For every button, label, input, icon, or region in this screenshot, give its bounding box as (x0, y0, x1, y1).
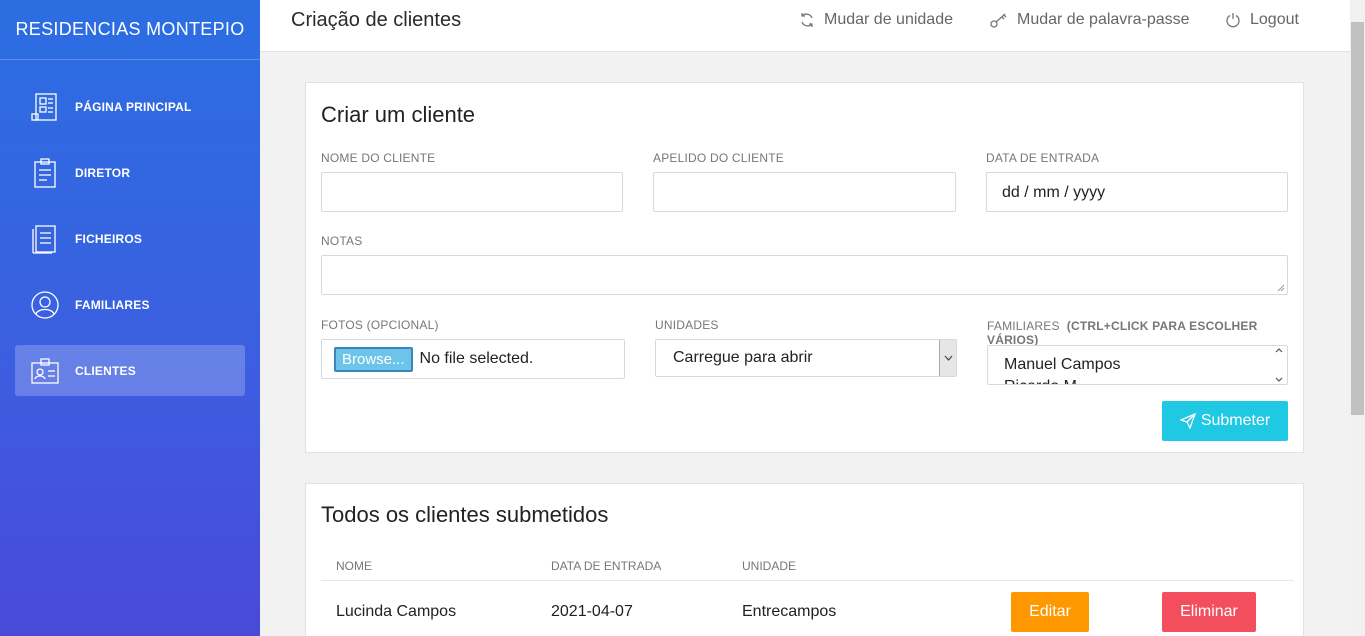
sidebar-item-diretor[interactable]: DIRETOR (15, 147, 245, 198)
family-label: FAMILIARES (CTRL+CLICK PARA ESCOLHER VÁR… (987, 319, 1303, 347)
clients-table-card: Todos os clientes submetidos NOME DATA D… (305, 483, 1304, 636)
sidebar-item-label: DIRETOR (75, 165, 131, 180)
sidebar-item-label: FAMILIARES (75, 297, 150, 312)
sidebar-item-label: FICHEIROS (75, 231, 143, 246)
change-password-label: Mudar de palavra-passe (1017, 11, 1190, 28)
client-name-label: NOME DO CLIENTE (321, 151, 436, 165)
scrollbar-thumb[interactable] (1351, 22, 1364, 415)
table-divider (321, 580, 1294, 581)
brand-title[interactable]: RESIDENCIAS MONTEPIO (0, 0, 260, 60)
logout-label: Logout (1250, 11, 1299, 28)
sidebar: RESIDENCIAS MONTEPIO PÁGINA PRINCIPAL DI… (0, 0, 260, 636)
clipboard-icon (30, 157, 60, 188)
sidebar-item-ficheiros[interactable]: FICHEIROS (15, 213, 245, 264)
user-icon (30, 290, 60, 320)
sidebar-item-familiares[interactable]: FAMILIARES (15, 279, 245, 330)
family-multiselect[interactable]: Manuel Campos Ricardo M... (987, 345, 1288, 385)
change-unit-link[interactable]: Mudar de unidade (799, 11, 953, 29)
browse-button[interactable]: Browse... (334, 346, 413, 372)
photos-label: FOTOS (OPCIONAL) (321, 318, 439, 332)
clients-table-title: Todos os clientes submetidos (321, 502, 609, 527)
sidebar-item-pagina-principal[interactable]: PÁGINA PRINCIPAL (15, 81, 245, 132)
family-option[interactable]: Manuel Campos (1004, 354, 1271, 376)
units-selected-value: Carregue para abrir (673, 349, 813, 366)
chevron-up-icon (1275, 348, 1283, 353)
chevron-down-icon (1275, 377, 1283, 382)
submit-label: Submeter (1200, 412, 1271, 429)
column-header-name: NOME (336, 559, 372, 573)
document-icon (30, 224, 60, 254)
page-title: Criação de clientes (291, 9, 462, 31)
submit-button[interactable]: Submeter (1162, 401, 1288, 441)
client-name-cell: Lucinda Campos (336, 603, 457, 620)
entry-date-input[interactable]: dd / mm / yyyy (986, 172, 1288, 212)
key-icon (990, 13, 1007, 28)
change-unit-label: Mudar de unidade (824, 11, 953, 28)
change-password-link[interactable]: Mudar de palavra-passe (990, 11, 1190, 29)
file-status: No file selected. (419, 350, 534, 367)
client-name-input[interactable] (321, 172, 623, 212)
sidebar-item-clientes[interactable]: CLIENTES (15, 345, 245, 396)
notes-label: NOTAS (321, 234, 363, 248)
page-scrollbar[interactable] (1350, 0, 1365, 636)
send-icon (1179, 413, 1196, 429)
client-entry-date-cell: 2021-04-07 (551, 603, 633, 620)
sidebar-item-label: PÁGINA PRINCIPAL (75, 99, 192, 114)
logout-link[interactable]: Logout (1225, 11, 1299, 29)
create-client-card: Criar um cliente NOME DO CLIENTE APELIDO… (305, 82, 1304, 453)
column-header-entry-date: DATA DE ENTRADA (551, 559, 662, 573)
chevron-down-icon (939, 340, 956, 376)
sidebar-item-label: CLIENTES (75, 363, 136, 378)
family-label-text: FAMILIARES (987, 319, 1060, 333)
edit-button[interactable]: Editar (1011, 592, 1089, 632)
create-client-title: Criar um cliente (321, 102, 476, 127)
resize-handle-icon (1277, 284, 1285, 292)
units-label: UNIDADES (655, 318, 719, 332)
listbox-scrollbar[interactable] (1271, 346, 1287, 384)
family-option[interactable]: Ricardo M... (1004, 376, 1271, 384)
refresh-icon (801, 13, 813, 27)
photos-file-input[interactable]: Browse... No file selected. (321, 339, 625, 379)
client-unit-cell: Entrecampos (742, 603, 837, 620)
column-header-unit: UNIDADE (742, 559, 797, 573)
client-surname-input[interactable] (653, 172, 956, 212)
client-surname-label: APELIDO DO CLIENTE (653, 151, 784, 165)
units-select[interactable]: Carregue para abrir (655, 339, 957, 377)
notes-textarea[interactable] (321, 255, 1288, 295)
header: Criação de clientes Mudar de unidade Mud… (260, 0, 1350, 52)
dashboard-icon (30, 92, 60, 122)
entry-date-label: DATA DE ENTRADA (986, 151, 1100, 165)
delete-button[interactable]: Eliminar (1162, 592, 1256, 632)
id-card-icon (30, 356, 60, 386)
power-icon (1226, 13, 1240, 28)
